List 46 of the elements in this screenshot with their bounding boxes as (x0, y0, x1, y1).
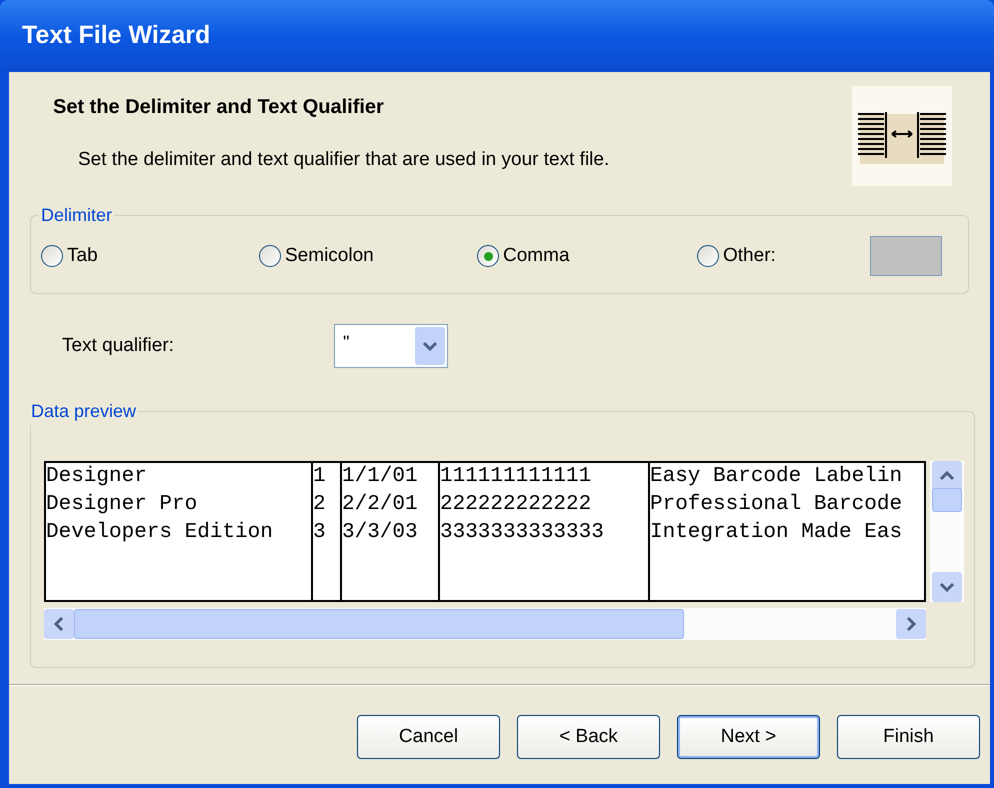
other-delimiter-field[interactable] (870, 236, 942, 276)
group-label: Data preview (30, 400, 138, 423)
table-cell-text: 222222222222 (440, 492, 592, 518)
table-cell-text: Easy Barcode Labelin (650, 464, 904, 490)
chevron-down-icon[interactable] (415, 327, 445, 365)
scroll-down-icon[interactable] (932, 572, 962, 602)
dialog-button[interactable]: < Back (517, 715, 660, 759)
table-cell-text: 111111111111 (440, 464, 592, 490)
table-cell-text: Designer Pro (46, 492, 198, 518)
dropdown-value: " (343, 331, 350, 354)
table-cell-text: 1/1/01 (342, 464, 419, 490)
dialog-button[interactable]: Cancel (357, 715, 500, 759)
scroll-left-icon[interactable] (44, 609, 74, 639)
dialog-button[interactable]: Finish (837, 715, 980, 759)
table-cell-text: Designer (46, 464, 148, 490)
table-cell-text: Professional Barcode (650, 492, 904, 518)
field-label: Text qualifier: (62, 334, 175, 358)
radio-button[interactable] (697, 245, 719, 267)
table-cell-text: 3/3/03 (342, 520, 419, 546)
text-qualifier-dropdown[interactable]: " (334, 324, 448, 368)
table-cell-text: 2 (313, 492, 327, 518)
scroll-right-icon[interactable] (896, 609, 926, 639)
table-cell-text: 1 (313, 464, 327, 490)
horizontal-scrollbar[interactable] (44, 608, 926, 640)
group-label: Delimiter (40, 204, 114, 227)
scroll-thumb[interactable] (74, 609, 684, 639)
table-cell-text: Integration Made Eas (650, 520, 904, 546)
vertical-scrollbar[interactable] (930, 461, 964, 602)
window-title: Text File Wizard (22, 20, 210, 52)
radio-label: Semicolon (285, 244, 374, 268)
step-description: Set the delimiter and text qualifier that are used in your text file. (78, 148, 610, 172)
radio-label: Tab (67, 244, 98, 268)
table-cell-text: 2/2/01 (342, 492, 419, 518)
table-cell-text: 3333333333333 (440, 520, 605, 546)
radio-button[interactable] (259, 245, 281, 267)
column-split-icon (852, 86, 952, 186)
dialog-button[interactable]: Next > (677, 715, 820, 759)
scroll-thumb[interactable] (932, 488, 962, 512)
table-cell-text: Developers Edition (46, 520, 274, 546)
radio-button[interactable] (41, 245, 63, 267)
radio-button[interactable] (477, 245, 499, 267)
radio-label: Comma (503, 244, 570, 268)
step-title: Set the Delimiter and Text Qualifier (53, 95, 385, 120)
scroll-up-icon[interactable] (932, 461, 962, 491)
table-cell-text: 3 (313, 520, 327, 546)
radio-label: Other: (723, 244, 776, 268)
